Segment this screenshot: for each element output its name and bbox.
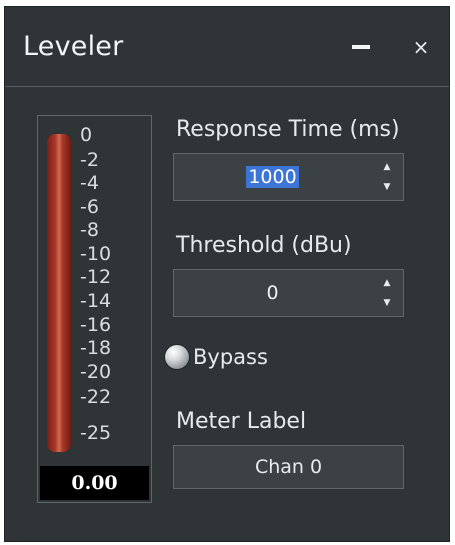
meter-value-readout: 0.00 — [40, 466, 149, 500]
threshold-spinbox[interactable]: 0 ▲ ▼ — [173, 269, 404, 317]
threshold-spin-arrows: ▲ ▼ — [379, 276, 395, 310]
meter-tick: 0 — [80, 124, 93, 146]
close-button[interactable]: × — [407, 33, 435, 61]
meter-scale: 0 -2 -4 -6 -8 -10 -12 -14 -16 -18 -20 -2… — [80, 126, 140, 456]
meter-tick: -10 — [80, 243, 112, 265]
meter-tick: -4 — [80, 172, 99, 194]
threshold-label: Threshold (dBu) — [176, 233, 352, 258]
window-title: Leveler — [23, 31, 124, 62]
meter-tick: -22 — [80, 386, 112, 408]
meter-tick: -12 — [80, 266, 112, 288]
response-time-spinbox[interactable]: 1000 ▲ ▼ — [173, 153, 404, 201]
spin-up-icon[interactable]: ▲ — [379, 160, 395, 174]
spin-up-icon[interactable]: ▲ — [379, 276, 395, 290]
bypass-label: Bypass — [193, 345, 268, 369]
meter-tick: -25 — [80, 422, 112, 444]
meter-label-label: Meter Label — [176, 409, 307, 434]
close-icon: × — [412, 35, 430, 59]
meter-tick: -14 — [80, 290, 112, 312]
minimize-button[interactable] — [347, 33, 375, 61]
title-bar: Leveler × — [5, 7, 449, 87]
bypass-toggle[interactable]: Bypass — [165, 343, 268, 371]
spin-down-icon[interactable]: ▼ — [379, 296, 395, 310]
leveler-window: Leveler × 0 -2 -4 -6 -8 -10 -12 -14 -16 … — [4, 6, 450, 542]
meter-tick: -18 — [80, 337, 112, 359]
threshold-input[interactable]: 0 — [174, 270, 371, 316]
meter-tick: -8 — [80, 219, 99, 241]
meter-tick: -6 — [80, 196, 99, 218]
response-time-spin-arrows: ▲ ▼ — [379, 160, 395, 194]
meter-tick: -2 — [80, 149, 99, 171]
bypass-led-icon — [165, 345, 189, 369]
meter-label-input[interactable]: Chan 0 — [173, 445, 404, 489]
minimize-icon — [352, 45, 370, 49]
level-meter: 0 -2 -4 -6 -8 -10 -12 -14 -16 -18 -20 -2… — [37, 115, 152, 503]
response-time-label: Response Time (ms) — [176, 117, 400, 142]
response-time-input[interactable]: 1000 — [174, 154, 371, 200]
response-time-value: 1000 — [246, 166, 299, 188]
meter-bar — [47, 134, 71, 452]
meter-tick: -20 — [80, 361, 112, 383]
spin-down-icon[interactable]: ▼ — [379, 180, 395, 194]
meter-tick: -16 — [80, 314, 112, 336]
threshold-value: 0 — [266, 282, 279, 304]
